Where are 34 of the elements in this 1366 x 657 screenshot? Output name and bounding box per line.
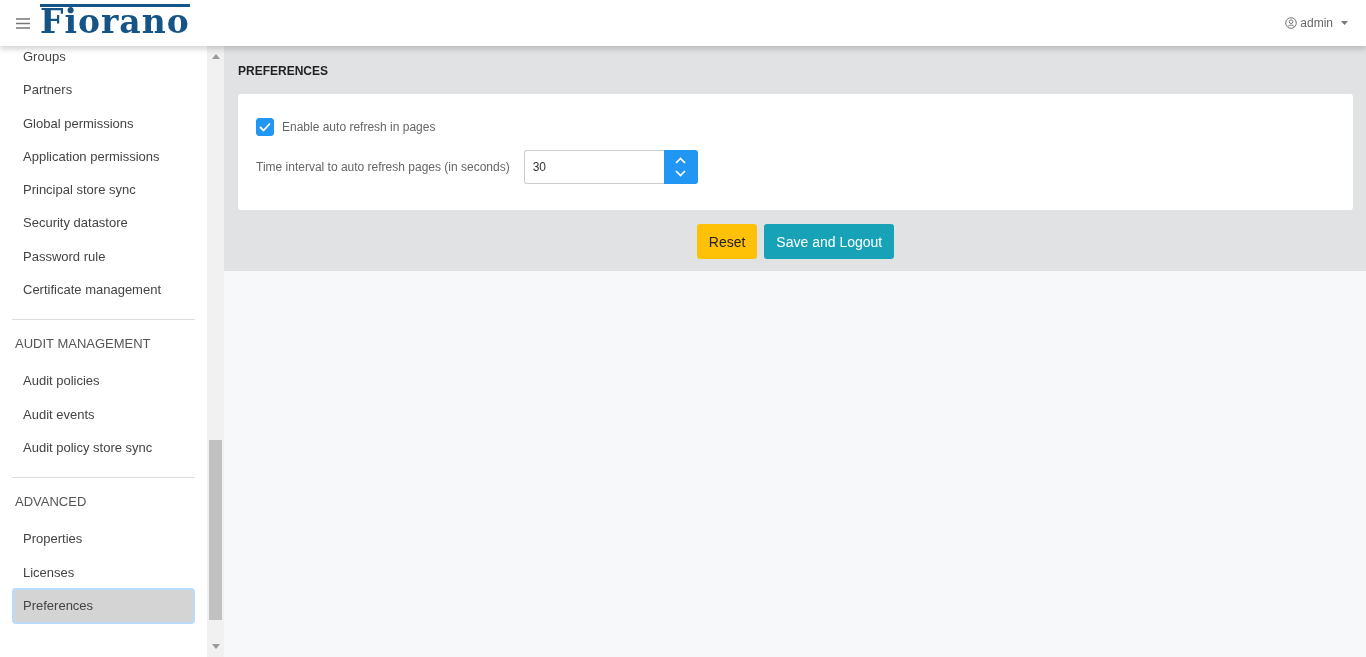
decrement-icon[interactable] — [675, 170, 687, 177]
checkbox[interactable] — [256, 118, 274, 136]
sidebar-item[interactable]: Groups — [12, 46, 195, 73]
logo: Fiorano — [40, 3, 190, 37]
check-icon — [259, 122, 271, 132]
increment-icon[interactable] — [675, 157, 687, 164]
section-heading: AUDIT MANAGEMENT — [14, 335, 152, 354]
caret-icon — [1341, 21, 1348, 25]
sidebar-item[interactable]: Properties — [12, 521, 195, 555]
sidebar-item[interactable]: Audit events — [12, 396, 195, 430]
field-label: Time interval to auto refresh pages (in seconds) — [256, 160, 510, 174]
scrollbar[interactable] — [207, 46, 224, 657]
sidebar-item[interactable]: Application permissions — [12, 138, 195, 173]
sidebar-item[interactable]: Audit policy store sync — [12, 429, 195, 464]
scroll-down-icon[interactable] — [211, 644, 220, 649]
sidebar-item[interactable]: Preferences — [12, 587, 195, 624]
reset-button[interactable]: Reset — [696, 224, 758, 259]
number-field[interactable]: 30 — [523, 150, 664, 184]
sidebar-item[interactable]: Security datastore — [12, 205, 195, 239]
sidebar-item[interactable]: Password rule — [12, 238, 195, 273]
user-menu[interactable]: admin — [1279, 15, 1354, 31]
scroll-up-icon[interactable] — [211, 54, 220, 59]
sidebar-item[interactable]: Global permissions — [12, 105, 195, 139]
menu-icon[interactable] — [16, 17, 30, 29]
user-icon — [1285, 17, 1298, 29]
sidebar-item[interactable]: Partners — [12, 72, 195, 106]
sidebar-item[interactable]: Certificate management — [12, 272, 195, 306]
sidebar-item[interactable]: Principal store sync — [12, 172, 195, 206]
scrollbar-thumb[interactable] — [209, 440, 222, 620]
section-heading: ADVANCED — [14, 493, 88, 512]
sidebar-item[interactable]: Audit policies — [12, 363, 195, 397]
sidebar-item[interactable]: Licenses — [12, 554, 195, 588]
checkbox-label: Enable auto refresh in pages — [282, 120, 436, 134]
page-title: PREFERENCES — [238, 64, 330, 78]
